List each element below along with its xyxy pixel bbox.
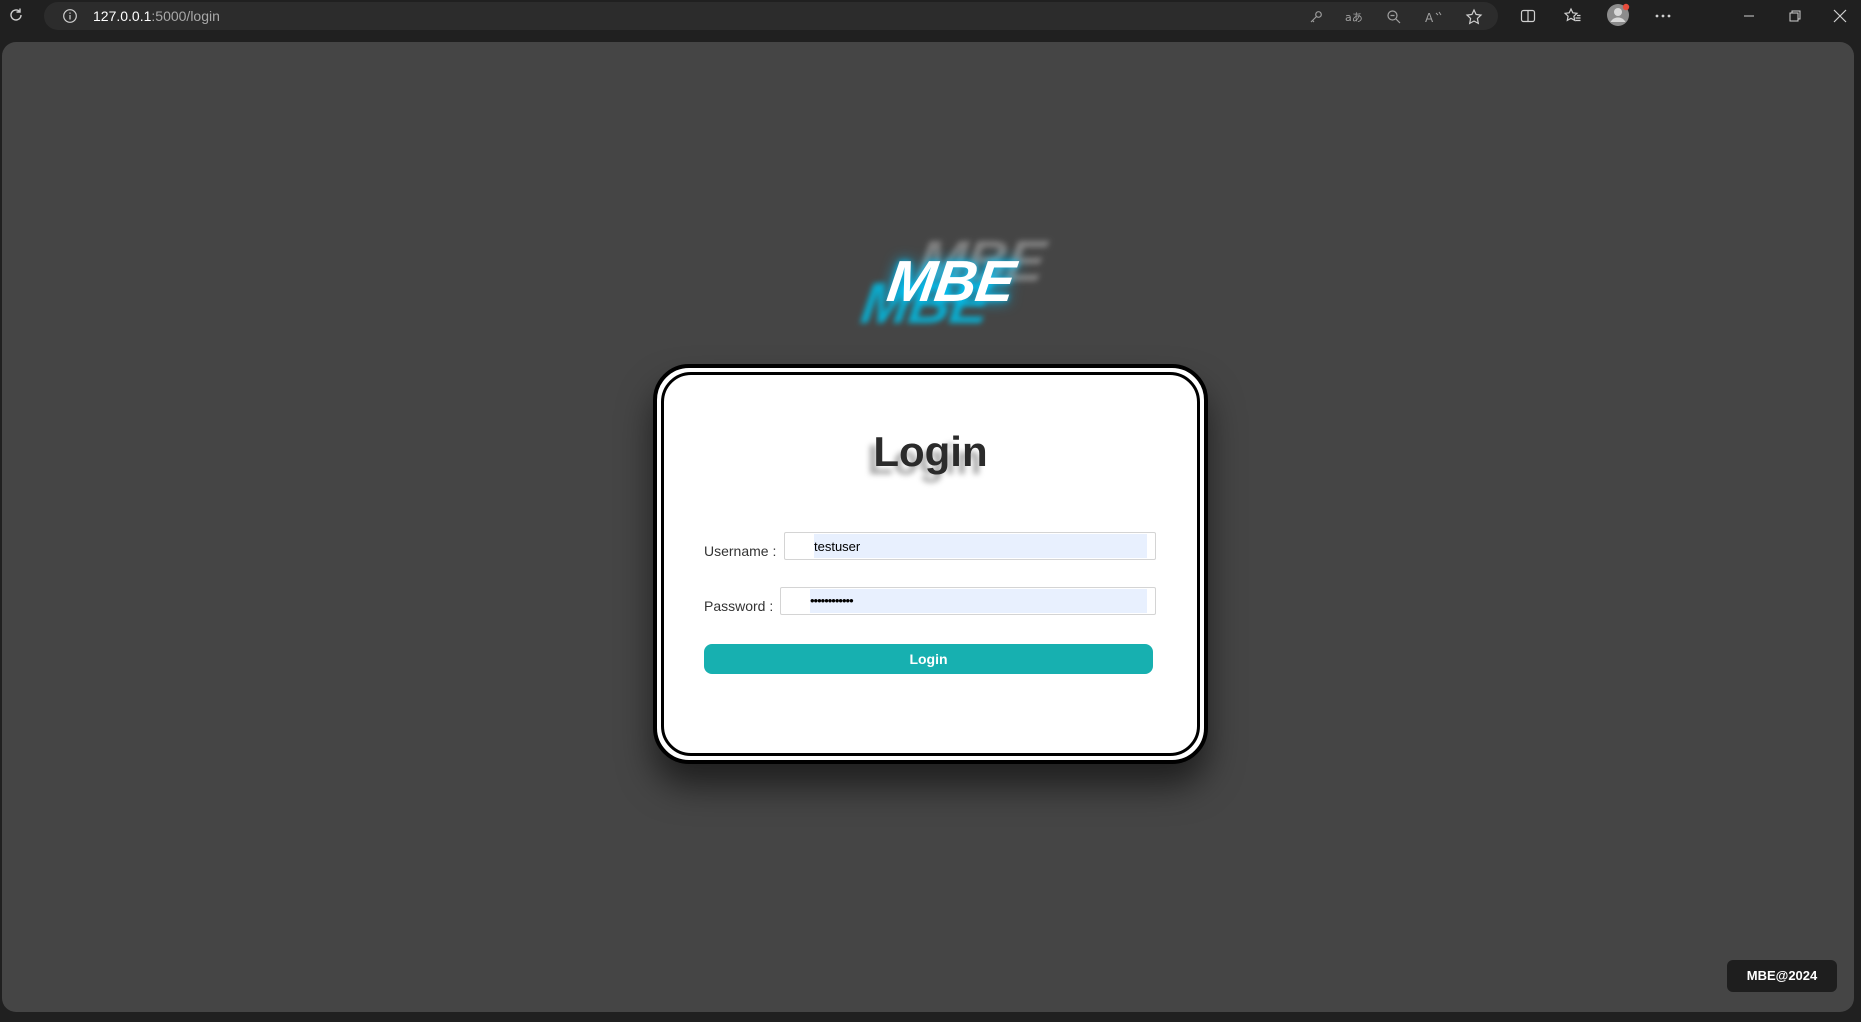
page-viewport: MBE MBE MBE Login Username : testuser Pa… — [2, 42, 1854, 1012]
close-icon[interactable] — [1829, 5, 1851, 27]
login-card: Login Username : testuser Password : •••… — [653, 364, 1208, 764]
profile-icon[interactable] — [1606, 3, 1630, 27]
restore-icon[interactable] — [1784, 5, 1806, 27]
username-input[interactable]: testuser — [784, 532, 1156, 560]
svg-text:aあ: aあ — [1345, 11, 1363, 24]
key-icon[interactable] — [1306, 7, 1326, 27]
password-value: •••••••••••• — [810, 593, 854, 608]
password-input[interactable]: •••••••••••• — [780, 587, 1156, 615]
mbe-logo: MBE MBE MBE — [852, 222, 1048, 342]
minimize-icon[interactable] — [1738, 5, 1760, 27]
login-button[interactable]: Login — [704, 644, 1153, 674]
copyright-badge: MBE@2024 — [1727, 960, 1837, 992]
reload-icon[interactable] — [6, 5, 26, 25]
favorites-icon[interactable] — [1562, 5, 1584, 27]
favorite-star-icon[interactable] — [1464, 7, 1484, 27]
svg-text:A: A — [1425, 11, 1434, 24]
url-host: 127.0.0.1 — [93, 8, 152, 24]
password-label: Password : — [704, 598, 774, 614]
zoom-out-icon[interactable] — [1384, 7, 1404, 27]
username-label: Username : — [704, 543, 777, 559]
address-url[interactable]: 127.0.0.1:5000/login — [93, 8, 220, 24]
url-path: :5000/login — [151, 8, 220, 24]
more-icon[interactable] — [1652, 5, 1674, 27]
info-icon[interactable] — [62, 8, 78, 24]
username-autofill — [814, 534, 1147, 558]
logo-text: MBE — [883, 249, 1019, 314]
username-value: testuser — [814, 539, 861, 554]
translate-icon[interactable]: aあ — [1344, 7, 1364, 27]
split-screen-icon[interactable] — [1517, 5, 1539, 27]
address-bar[interactable]: 127.0.0.1:5000/login aあ A — [44, 2, 1498, 30]
login-title: Login — [873, 428, 988, 475]
read-aloud-icon[interactable]: A — [1424, 7, 1444, 27]
password-autofill — [810, 589, 1147, 613]
browser-toolbar: 127.0.0.1:5000/login aあ A — [0, 0, 1861, 38]
